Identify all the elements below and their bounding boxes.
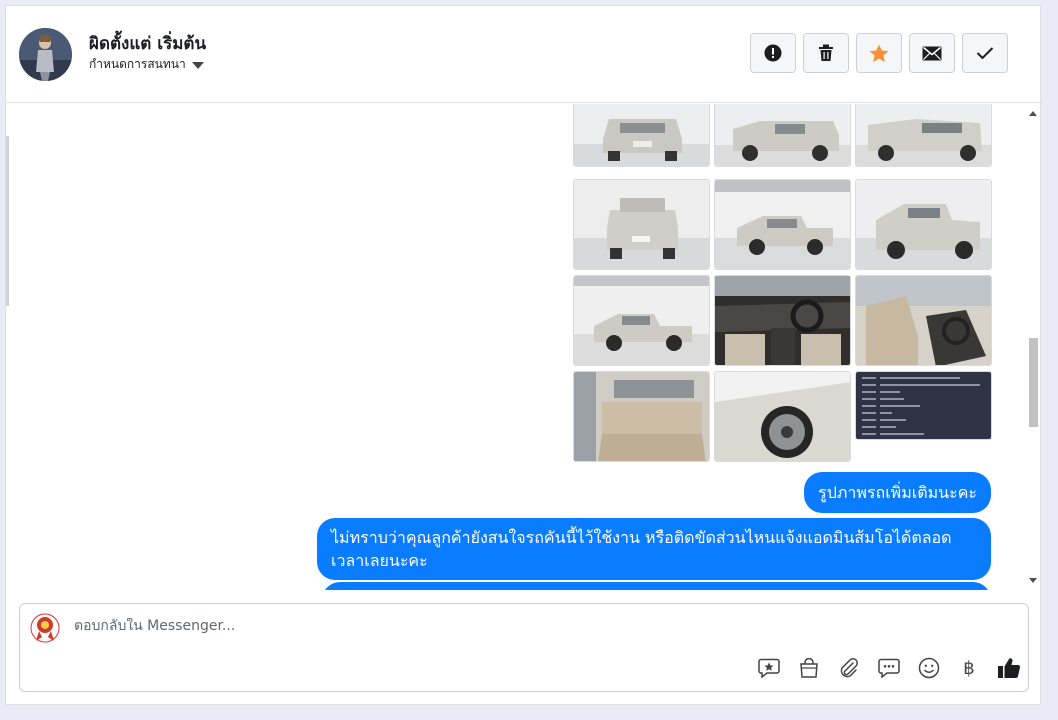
contact-name: ผิดตั้งแต่ เริ่มต้น bbox=[89, 34, 207, 54]
baht-icon[interactable]: ฿ bbox=[957, 656, 981, 680]
trash-icon bbox=[819, 44, 833, 61]
scrollbar-thumb[interactable] bbox=[1029, 338, 1038, 427]
car-spec-sheet[interactable] bbox=[855, 371, 992, 440]
car-photo-rear-quarter[interactable] bbox=[855, 179, 992, 270]
car-photo-rear-angle[interactable] bbox=[855, 104, 992, 167]
car-photo-front[interactable] bbox=[573, 104, 710, 167]
car-photo-rear-seats[interactable] bbox=[573, 371, 710, 462]
message-bubble-partial[interactable] bbox=[322, 582, 991, 590]
report-button[interactable] bbox=[750, 33, 796, 73]
scroll-down-arrow-icon[interactable] bbox=[1029, 578, 1037, 583]
page-avatar bbox=[30, 613, 60, 643]
chat-bubble-icon[interactable] bbox=[877, 656, 901, 680]
car-photo-side-studio[interactable] bbox=[573, 275, 710, 366]
star-button[interactable] bbox=[856, 33, 902, 73]
assign-conversation-dropdown[interactable]: กำหนดการสนทนา bbox=[89, 55, 204, 74]
scroll-up-arrow-icon[interactable] bbox=[1029, 111, 1037, 116]
header-actions bbox=[750, 33, 1008, 73]
done-button[interactable] bbox=[962, 33, 1008, 73]
message-thread: รูปภาพรถเพิ่มเติมนะคะ ไม่ทราบว่าคุณลูกค้… bbox=[6, 104, 1042, 590]
alert-icon bbox=[764, 44, 782, 62]
contact-avatar[interactable] bbox=[19, 28, 72, 81]
delete-button[interactable] bbox=[803, 33, 849, 73]
message-bubble[interactable]: รูปภาพรถเพิ่มเติมนะคะ bbox=[804, 472, 991, 513]
composer-toolbar: ฿ bbox=[757, 656, 1021, 680]
envelope-icon bbox=[922, 46, 942, 60]
mail-button[interactable] bbox=[909, 33, 955, 73]
conversation-header: ผิดตั้งแต่ เริ่มต้น กำหนดการสนทนา bbox=[6, 6, 1042, 103]
car-photo-rear[interactable] bbox=[573, 179, 710, 270]
thread-scrollbar[interactable] bbox=[1024, 104, 1040, 590]
thumbs-up-icon[interactable] bbox=[997, 656, 1021, 680]
car-photo-dashboard[interactable] bbox=[714, 275, 851, 366]
reply-composer: ฿ bbox=[19, 603, 1029, 692]
star-icon bbox=[869, 44, 889, 62]
car-photo-front-seats[interactable] bbox=[855, 275, 992, 366]
caret-down-icon bbox=[191, 62, 204, 69]
car-photo-wheel[interactable] bbox=[714, 371, 851, 462]
conversation-panel: ผิดตั้งแต่ เริ่มต้น กำหนดการสนทนา รูปภาพ… bbox=[5, 5, 1042, 705]
checkmark-icon bbox=[976, 47, 994, 60]
shop-bag-icon[interactable] bbox=[797, 656, 821, 680]
car-photo-side[interactable] bbox=[714, 179, 851, 270]
reply-input[interactable] bbox=[74, 618, 674, 634]
assign-conversation-label: กำหนดการสนทนา bbox=[89, 57, 186, 71]
attachment-icon[interactable] bbox=[837, 656, 861, 680]
saved-reply-icon[interactable] bbox=[757, 656, 781, 680]
car-photo-front-angle[interactable] bbox=[714, 104, 851, 167]
emoji-icon[interactable] bbox=[917, 656, 941, 680]
message-bubble[interactable]: ไม่ทราบว่าคุณลูกค้ายังสนใจรถคันนี้ไว้ใช้… bbox=[317, 518, 991, 580]
